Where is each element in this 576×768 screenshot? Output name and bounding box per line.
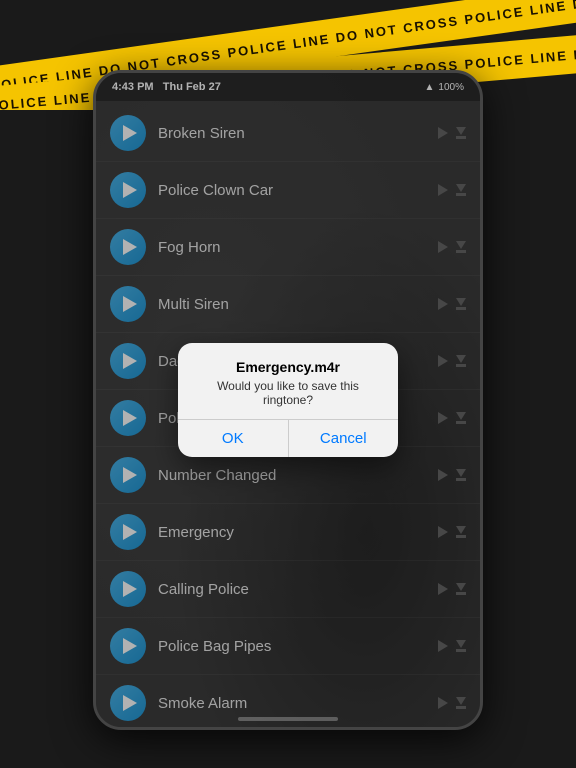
dialog-ok-button[interactable]: OK — [178, 420, 289, 457]
dialog-message: Would you like to save this ringtone? — [198, 379, 378, 407]
dialog-cancel-button[interactable]: Cancel — [289, 420, 399, 457]
tablet-device: 4:43 PM Thu Feb 27 ▲ 100% Broken Siren — [93, 70, 483, 730]
screen: 4:43 PM Thu Feb 27 ▲ 100% Broken Siren — [96, 73, 480, 727]
dialog-buttons: OK Cancel — [178, 419, 398, 457]
save-dialog: Emergency.m4r Would you like to save thi… — [178, 343, 398, 457]
dialog-overlay: Emergency.m4r Would you like to save thi… — [96, 73, 480, 727]
dialog-title: Emergency.m4r — [198, 359, 378, 375]
dialog-content: Emergency.m4r Would you like to save thi… — [178, 343, 398, 419]
